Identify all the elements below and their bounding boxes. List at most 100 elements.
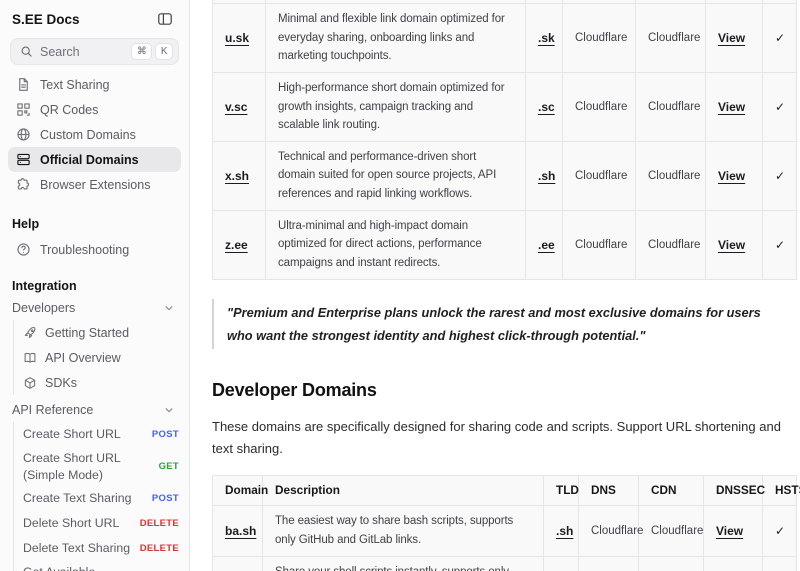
api-item-label: Create Text Sharing xyxy=(23,490,131,507)
sidebar-item-label: Getting Started xyxy=(45,326,129,340)
dns-value: Cloudflare xyxy=(563,210,636,279)
search-icon xyxy=(20,45,33,58)
app-title: S.EE Docs xyxy=(12,12,80,27)
table-row: x.sh Technical and performance-driven sh… xyxy=(213,141,797,210)
developer-domains-intro: These domains are specifically designed … xyxy=(212,416,794,460)
method-badge: GET xyxy=(159,461,179,472)
tld-link[interactable]: .sk xyxy=(538,31,555,45)
domain-description: Technical and performance-driven short d… xyxy=(266,141,526,210)
domain-description: Share your shell scripts instantly, supp… xyxy=(263,556,544,571)
qr-code-icon xyxy=(16,102,31,117)
sidebar-item-get-available-domains[interactable]: Get Available Domains for GET xyxy=(14,561,189,571)
panel-toggle-icon xyxy=(157,11,173,27)
dns-value: Cloudflare xyxy=(563,72,636,141)
dns-value: Cloudflare xyxy=(579,556,639,571)
search-placeholder: Search xyxy=(40,45,128,59)
domain-description: The easiest way to share bash scripts, s… xyxy=(263,505,544,556)
sidebar-item-browser-extensions[interactable]: Browser Extensions xyxy=(8,172,181,197)
sidebar-item-official-domains[interactable]: Official Domains xyxy=(8,147,181,172)
dnssec-view-link[interactable]: View xyxy=(718,169,745,183)
domain-link[interactable]: z.ee xyxy=(225,238,248,252)
hsts-check: ✓ xyxy=(763,4,797,73)
cdn-value: Cloudflare xyxy=(636,141,706,210)
sidebar-item-api-overview[interactable]: API Overview xyxy=(14,345,189,370)
column-header: DNSSEC xyxy=(704,475,763,505)
table-row: ba.sh The easiest way to share bash scri… xyxy=(213,505,797,556)
column-header: Domain xyxy=(213,475,263,505)
dns-value: Cloudflare xyxy=(563,4,636,73)
cdn-value: Cloudflare xyxy=(636,210,706,279)
sidebar-item-label: Custom Domains xyxy=(40,128,136,142)
dnssec-view-link[interactable]: View xyxy=(716,524,743,538)
sidebar-header: S.EE Docs xyxy=(0,0,189,36)
sidebar-group-api-reference[interactable]: API Reference xyxy=(8,397,181,422)
developer-domains-heading: Developer Domains xyxy=(212,380,796,401)
sidebar-item-create-text-sharing[interactable]: Create Text Sharing POST xyxy=(14,486,189,511)
package-icon xyxy=(23,376,37,390)
sidebar: S.EE Docs Search ⌘ K Text Sharing xyxy=(0,0,190,571)
rocket-icon xyxy=(23,326,37,340)
dnssec-view-link[interactable]: View xyxy=(718,100,745,114)
sidebar-item-sdks[interactable]: SDKs xyxy=(14,370,189,395)
tld-link[interactable]: .sh xyxy=(538,169,555,183)
column-header: CDN xyxy=(639,475,704,505)
sidebar-item-create-short-url[interactable]: Create Short URL POST xyxy=(14,422,189,447)
column-header: Description xyxy=(263,475,544,505)
hsts-check: ✓ xyxy=(763,505,797,556)
domain-description: Ultra-minimal and high-impact domain opt… xyxy=(266,210,526,279)
sidebar-item-text-sharing[interactable]: Text Sharing xyxy=(8,72,181,97)
column-header: TLD xyxy=(544,475,579,505)
sidebar-item-create-short-url-simple[interactable]: Create Short URL (Simple Mode) GET xyxy=(14,447,189,486)
tld-link[interactable]: .sc xyxy=(538,100,555,114)
sidebar-item-label: Troubleshooting xyxy=(40,243,129,257)
hsts-check: ✓ xyxy=(763,141,797,210)
sidebar-item-getting-started[interactable]: Getting Started xyxy=(14,320,189,345)
api-item-label: Create Short URL xyxy=(23,426,121,443)
domain-link[interactable]: v.sc xyxy=(225,100,247,114)
puzzle-icon xyxy=(16,177,31,192)
sidebar-item-label: Text Sharing xyxy=(40,78,109,92)
cmd-keycap: ⌘ xyxy=(131,43,152,60)
dnssec-view-link[interactable]: View xyxy=(718,238,745,252)
file-icon xyxy=(16,77,31,92)
tld-link[interactable]: .ee xyxy=(538,238,555,252)
cdn-value: Cloudflare xyxy=(636,72,706,141)
domain-description: High-performance short domain optimized … xyxy=(266,72,526,141)
sidebar-group-developers[interactable]: Developers xyxy=(8,295,181,320)
sidebar-item-label: SDKs xyxy=(45,376,77,390)
domain-link[interactable]: ba.sh xyxy=(225,524,256,538)
tld-link[interactable]: .sh xyxy=(556,524,573,538)
hsts-check: ✓ xyxy=(763,556,797,571)
sidebar-item-delete-text-sharing[interactable]: Delete Text Sharing DELETE xyxy=(14,536,189,561)
sidebar-item-troubleshooting[interactable]: Troubleshooting xyxy=(8,237,181,262)
book-open-icon xyxy=(23,351,37,365)
sidebar-item-label: Browser Extensions xyxy=(40,178,150,192)
api-item-label: Delete Text Sharing xyxy=(23,540,130,557)
dnssec-view-link[interactable]: View xyxy=(718,31,745,45)
sidebar-toggle-button[interactable] xyxy=(157,10,175,28)
method-badge: DELETE xyxy=(140,543,179,554)
globe-icon xyxy=(16,127,31,142)
sidebar-item-label: Official Domains xyxy=(40,153,139,167)
group-label: Developers xyxy=(12,301,75,315)
help-circle-icon xyxy=(16,242,31,257)
sidebar-heading-integration: Integration xyxy=(0,279,189,293)
cdn-value: Cloudflare xyxy=(639,556,704,571)
official-domains-table: u.sk Minimal and flexible link domain op… xyxy=(212,0,797,280)
domain-link[interactable]: u.sk xyxy=(225,31,249,45)
main-content: u.sk Minimal and flexible link domain op… xyxy=(191,0,800,571)
domain-description: Minimal and flexible link domain optimiz… xyxy=(266,4,526,73)
sidebar-item-custom-domains[interactable]: Custom Domains xyxy=(8,122,181,147)
domain-link[interactable]: x.sh xyxy=(225,169,249,183)
sidebar-item-qr-codes[interactable]: QR Codes xyxy=(8,97,181,122)
dns-value: Cloudflare xyxy=(563,141,636,210)
api-item-label: Get Available Domains for xyxy=(23,564,139,571)
search-input[interactable]: Search ⌘ K xyxy=(10,38,179,65)
cdn-value: Cloudflare xyxy=(639,505,704,556)
table-row: z.sh Share your shell scripts instantly,… xyxy=(213,556,797,571)
api-item-label: Create Short URL (Simple Mode) xyxy=(23,450,139,483)
dns-value: Cloudflare xyxy=(579,505,639,556)
sidebar-item-delete-short-url[interactable]: Delete Short URL DELETE xyxy=(14,511,189,536)
api-reference-sub-list: Create Short URL POST Create Short URL (… xyxy=(13,422,189,571)
premium-quote: "Premium and Enterprise plans unlock the… xyxy=(212,299,778,349)
